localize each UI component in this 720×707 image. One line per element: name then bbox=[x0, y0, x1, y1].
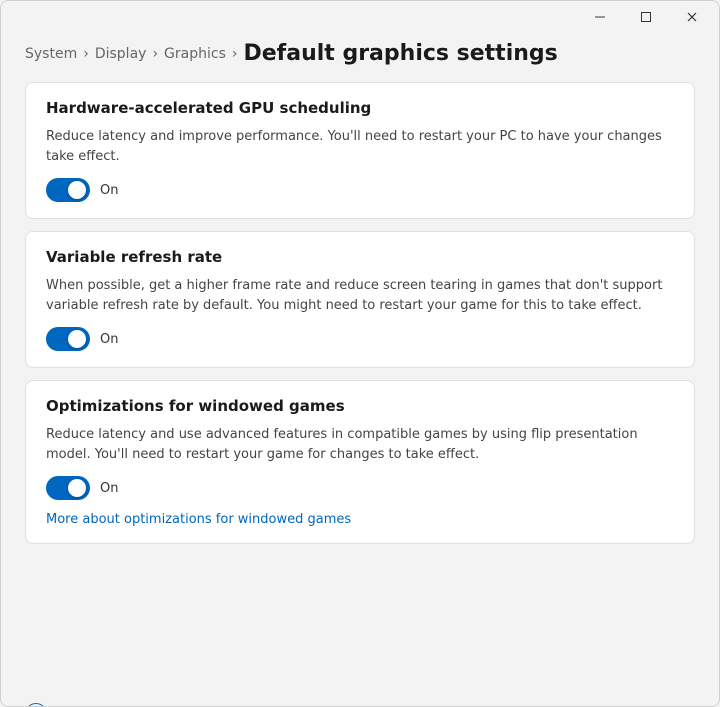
breadcrumb-display[interactable]: Display bbox=[95, 46, 147, 62]
footer-links: ? Get help Give feedback bbox=[1, 687, 719, 707]
breadcrumb: System › Display › Graphics › Default gr… bbox=[1, 33, 719, 82]
section-variable-refresh: Variable refresh rate When possible, get… bbox=[25, 231, 695, 368]
close-button[interactable] bbox=[669, 1, 715, 33]
section-hardware-gpu-title: Hardware-accelerated GPU scheduling bbox=[46, 99, 674, 117]
get-help-item[interactable]: ? Get help bbox=[25, 699, 695, 707]
section-variable-refresh-title: Variable refresh rate bbox=[46, 248, 674, 266]
section-hardware-gpu-desc: Reduce latency and improve performance. … bbox=[46, 127, 674, 166]
windowed-games-more-link[interactable]: More about optimizations for windowed ga… bbox=[46, 512, 351, 527]
toggle-row-windowed-games: On bbox=[46, 476, 674, 500]
breadcrumb-sep-1: › bbox=[83, 46, 89, 62]
windowed-games-link-row: More about optimizations for windowed ga… bbox=[46, 508, 674, 527]
content-area: Hardware-accelerated GPU scheduling Redu… bbox=[1, 82, 719, 687]
breadcrumb-sep-3: › bbox=[232, 46, 238, 62]
section-windowed-games-desc: Reduce latency and use advanced features… bbox=[46, 425, 674, 464]
toggle-row-hardware-gpu: On bbox=[46, 178, 674, 202]
toggle-hardware-gpu[interactable] bbox=[46, 178, 90, 202]
breadcrumb-graphics[interactable]: Graphics bbox=[164, 46, 226, 62]
breadcrumb-sep-2: › bbox=[152, 46, 158, 62]
toggle-row-variable-refresh: On bbox=[46, 327, 674, 351]
section-windowed-games: Optimizations for windowed games Reduce … bbox=[25, 380, 695, 544]
toggle-windowed-games[interactable] bbox=[46, 476, 90, 500]
toggle-hardware-gpu-label: On bbox=[100, 183, 118, 198]
breadcrumb-system[interactable]: System bbox=[25, 46, 77, 62]
section-windowed-games-title: Optimizations for windowed games bbox=[46, 397, 674, 415]
toggle-variable-refresh[interactable] bbox=[46, 327, 90, 351]
maximize-button[interactable] bbox=[623, 1, 669, 33]
section-hardware-gpu: Hardware-accelerated GPU scheduling Redu… bbox=[25, 82, 695, 219]
section-variable-refresh-desc: When possible, get a higher frame rate a… bbox=[46, 276, 674, 315]
window: System › Display › Graphics › Default gr… bbox=[0, 0, 720, 707]
help-icon: ? bbox=[25, 703, 47, 707]
title-bar bbox=[1, 1, 719, 33]
toggle-variable-refresh-label: On bbox=[100, 332, 118, 347]
toggle-windowed-games-label: On bbox=[100, 481, 118, 496]
page-title: Default graphics settings bbox=[243, 41, 557, 66]
minimize-button[interactable] bbox=[577, 1, 623, 33]
